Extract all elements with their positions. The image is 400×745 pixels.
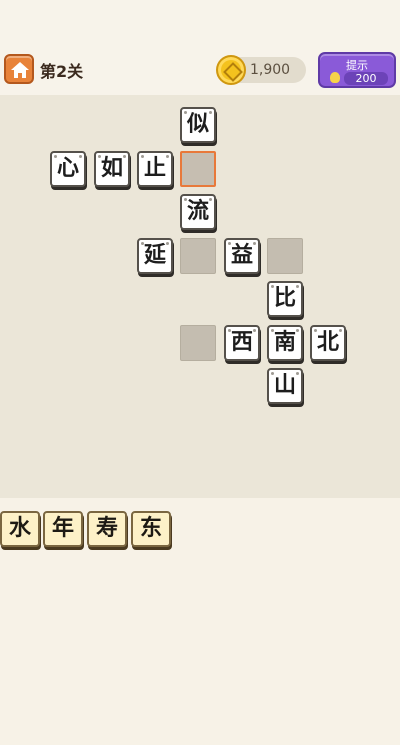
board-tile-si: 似 xyxy=(180,107,216,143)
home-button[interactable] xyxy=(4,54,34,84)
board-tile-yan: 延 xyxy=(137,238,173,274)
board-tile-ru: 如 xyxy=(94,151,130,187)
option-tile[interactable]: 东 xyxy=(131,511,171,547)
blank-cell[interactable] xyxy=(180,325,216,361)
blank-cell[interactable] xyxy=(180,238,216,274)
lightbulb-icon xyxy=(330,72,340,83)
blank-cell[interactable] xyxy=(267,238,303,274)
board-tile-xin: 心 xyxy=(50,151,86,187)
board-tile-liu: 流 xyxy=(180,194,216,230)
board-tile-shan: 山 xyxy=(267,368,303,404)
blank-cell-selected[interactable] xyxy=(180,151,216,187)
option-tile[interactable]: 水 xyxy=(0,511,40,547)
hint-label: 提示 xyxy=(346,59,368,72)
option-tile[interactable]: 寿 xyxy=(87,511,127,547)
board-tile-yi: 益 xyxy=(224,238,260,274)
top-bar: 第2关 1,900 提示 200 xyxy=(0,0,400,95)
board-tile-xi: 西 xyxy=(224,325,260,361)
board-tile-zhi: 止 xyxy=(137,151,173,187)
board-tile-nan: 南 xyxy=(267,325,303,361)
hint-cost: 200 xyxy=(344,72,388,85)
hint-button[interactable]: 提示 200 xyxy=(318,52,396,88)
level-title: 第2关 xyxy=(40,62,84,81)
coin-icon xyxy=(216,55,246,85)
board-tile-bi: 比 xyxy=(267,281,303,317)
home-icon xyxy=(11,62,29,78)
coin-count: 1,900 xyxy=(250,62,291,78)
board-tile-bei: 北 xyxy=(310,325,346,361)
option-tile[interactable]: 年 xyxy=(43,511,83,547)
